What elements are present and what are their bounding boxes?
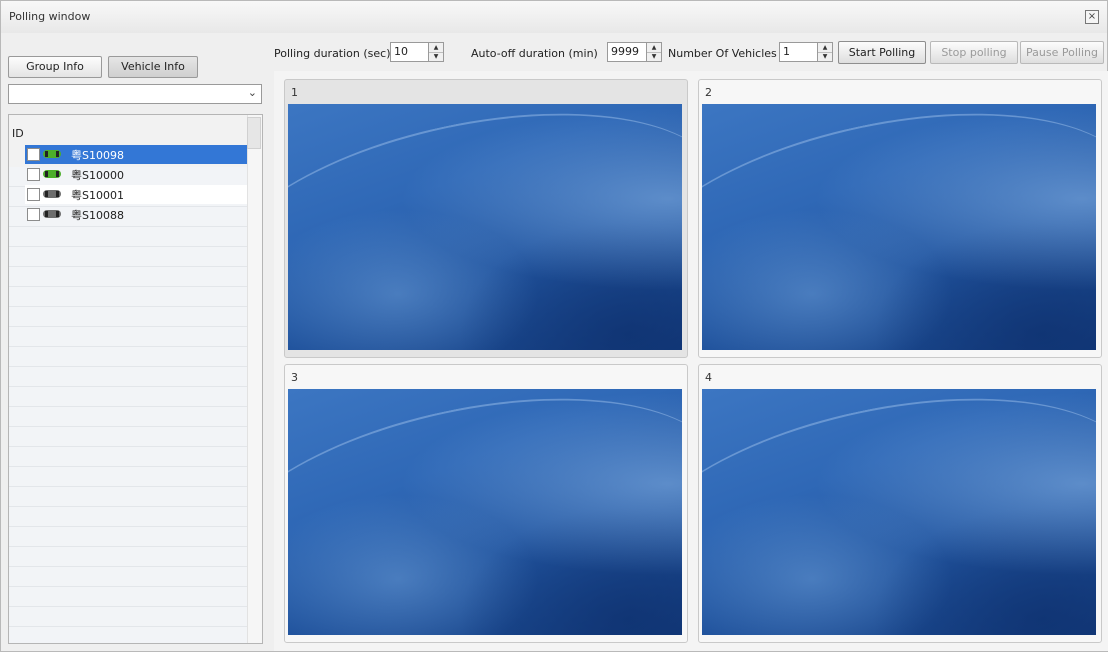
vehicle-plate: 粤S10098 <box>71 149 124 162</box>
video-panel-number: 3 <box>291 371 298 384</box>
tree-row-vehicle-3[interactable]: 粤S10001 <box>25 185 247 204</box>
vehicle-plate: 粤S10088 <box>71 209 124 222</box>
vehicle-checkbox[interactable] <box>27 188 40 201</box>
stop-polling-button[interactable]: Stop polling <box>930 41 1018 64</box>
vehicle-plate: 粤S10000 <box>71 169 124 182</box>
video-screen[interactable] <box>288 104 682 350</box>
gray-car-icon <box>43 190 61 198</box>
tab-group-info[interactable]: Group Info <box>8 56 102 78</box>
tab-vehicle-info[interactable]: Vehicle Info <box>108 56 198 78</box>
video-grid: 1 2 3 4 <box>274 71 1108 651</box>
video-screen[interactable] <box>288 389 682 635</box>
spin-down-icon[interactable]: ▼ <box>429 52 443 61</box>
vehicle-group-select[interactable]: ⌄ <box>8 84 262 104</box>
polling-duration-label: Polling duration (sec) <box>274 47 391 60</box>
window-title: Polling window <box>9 10 91 23</box>
polling-duration-value[interactable]: 10 <box>394 45 408 58</box>
number-of-vehicles-value[interactable]: 1 <box>783 45 790 58</box>
auto-off-duration-stepper[interactable]: 9999 ▲ ▼ <box>607 42 662 62</box>
number-of-vehicles-label: Number Of Vehicles <box>668 47 777 60</box>
video-screen[interactable] <box>702 104 1096 350</box>
auto-off-duration-label: Auto-off duration (min) <box>471 47 598 60</box>
green-car-icon <box>43 150 61 158</box>
vehicle-plate: 粤S10001 <box>71 189 124 202</box>
tree-scrollbar-thumb[interactable] <box>247 117 261 149</box>
polling-window: Polling window × Group Info Vehicle Info… <box>0 0 1108 652</box>
tree-scrollbar[interactable] <box>247 115 262 643</box>
video-panel-3[interactable]: 3 <box>284 364 688 643</box>
vehicle-checkbox[interactable] <box>27 208 40 221</box>
video-panel-number: 2 <box>705 86 712 99</box>
title-bar: Polling window × <box>1 1 1107 33</box>
video-panel-2[interactable]: 2 <box>698 79 1102 358</box>
vehicle-checkbox[interactable] <box>27 168 40 181</box>
spin-down-icon[interactable]: ▼ <box>818 52 832 61</box>
tree-header-id: ID <box>12 127 24 140</box>
vehicle-tree[interactable]: ID 粤S10098 粤S10000 粤S10001 粤S10088 <box>8 114 263 644</box>
number-of-vehicles-stepper[interactable]: 1 ▲ ▼ <box>779 42 833 62</box>
tree-row-lines <box>9 167 247 643</box>
pause-polling-button[interactable]: Pause Polling <box>1020 41 1104 64</box>
vehicle-checkbox[interactable] <box>27 148 40 161</box>
video-panel-4[interactable]: 4 <box>698 364 1102 643</box>
video-screen[interactable] <box>702 389 1096 635</box>
video-panel-number: 4 <box>705 371 712 384</box>
tree-row-vehicle-4[interactable]: 粤S10088 <box>25 205 247 224</box>
gray-car-icon <box>43 210 61 218</box>
video-panel-number: 1 <box>291 86 298 99</box>
tree-row-vehicle-2[interactable]: 粤S10000 <box>25 165 247 184</box>
tree-row-vehicle-1[interactable]: 粤S10098 <box>25 145 247 164</box>
auto-off-duration-value[interactable]: 9999 <box>611 45 639 58</box>
spin-down-icon[interactable]: ▼ <box>647 52 661 61</box>
close-icon[interactable]: × <box>1085 10 1099 24</box>
green-car-icon <box>43 170 61 178</box>
start-polling-button[interactable]: Start Polling <box>838 41 926 64</box>
polling-duration-stepper[interactable]: 10 ▲ ▼ <box>390 42 444 62</box>
video-panel-1[interactable]: 1 <box>284 79 688 358</box>
chevron-down-icon[interactable]: ⌄ <box>248 86 257 99</box>
